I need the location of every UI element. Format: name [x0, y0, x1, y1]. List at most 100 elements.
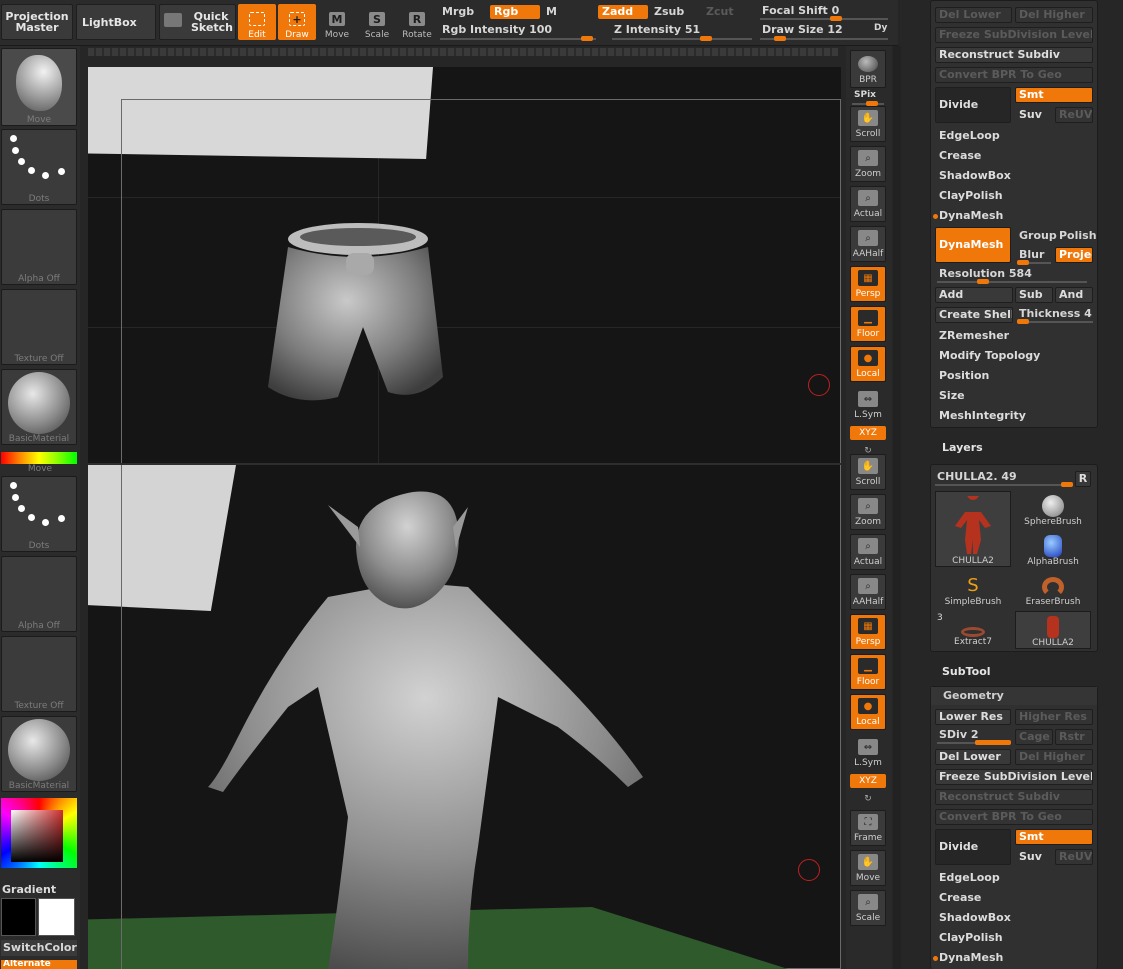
aahalf-view-button-group1[interactable]: ⌕ AAHalf [850, 226, 886, 262]
reconstruct-subdiv-button[interactable]: Reconstruct Subdiv [935, 47, 1093, 63]
frame-view-button-group2[interactable]: ⛶ Frame [850, 810, 886, 846]
canvas-viewport[interactable] [88, 67, 841, 969]
tool-thumb-chulla2[interactable]: CHULLA2 [935, 491, 1011, 567]
zcut-toggle[interactable]: Zcut [702, 5, 738, 19]
zadd-toggle[interactable]: Zadd [598, 5, 648, 19]
material-slot[interactable]: BasicMaterial [1, 369, 77, 445]
dynamesh-button[interactable]: DynaMesh [935, 227, 1011, 263]
bpr-button[interactable]: BPR [850, 50, 886, 88]
create-shell-button[interactable]: Create Shell [935, 307, 1013, 323]
add-button[interactable]: Add [935, 287, 1013, 303]
floor-view-button-group2[interactable]: ▁ Floor [850, 654, 886, 690]
subtool-del-higher-button[interactable]: Del Higher [1015, 749, 1093, 765]
actual-view-button-group1[interactable]: ⌕ Actual [850, 186, 886, 222]
edgeloop-row[interactable]: EdgeLoop [939, 127, 1099, 145]
modify-topology-row[interactable]: Modify Topology [939, 347, 1099, 365]
tool-slider[interactable] [935, 482, 1073, 487]
m-toggle[interactable]: M [542, 5, 561, 19]
convert-bpr-button[interactable]: Convert BPR To Geo [935, 67, 1093, 83]
tool-thumb-simplebrush[interactable]: S SimpleBrush [935, 569, 1011, 607]
freeze-subdivision-button[interactable]: Freeze SubDivision Levels [935, 27, 1093, 43]
floor-view-button-group1[interactable]: ▁ Floor [850, 306, 886, 342]
resolution-slider[interactable] [937, 279, 1087, 284]
projection-master-button[interactable]: Projection Master [1, 4, 73, 40]
switch-color-button[interactable]: SwitchColor [1, 940, 77, 956]
dynamic-label[interactable]: Dy [874, 23, 887, 33]
draw-tool[interactable]: + Draw [278, 4, 316, 40]
local-view-button-group1[interactable]: ● Local [850, 346, 886, 382]
mrgb-toggle[interactable]: Mrgb [438, 5, 478, 19]
geometry-header[interactable]: Geometry [931, 687, 1097, 705]
reuv-button[interactable]: ReUV [1055, 107, 1093, 123]
spix-slider[interactable] [852, 101, 884, 106]
project-toggle[interactable]: Projec [1055, 247, 1093, 263]
subtool-shadowbox-row[interactable]: ShadowBox [939, 909, 1099, 927]
crease-row[interactable]: Crease [939, 147, 1099, 165]
draw-size-slider[interactable] [760, 36, 888, 41]
quick-sketch-button[interactable]: Quick Sketch [159, 4, 236, 40]
color-picker[interactable] [1, 798, 77, 868]
color-picker-square[interactable] [11, 810, 63, 862]
scroll-view-button-group1[interactable]: ✋ Scroll [850, 106, 886, 142]
rotate-tool[interactable]: R Rotate [398, 4, 436, 40]
tool-thumb-spherebrush[interactable]: SphereBrush [1015, 489, 1091, 527]
aahalf-view-button-group2[interactable]: ⌕ AAHalf [850, 574, 886, 610]
xyz-toggle-group1[interactable]: XYZ [850, 426, 886, 440]
move-tool[interactable]: M Move [318, 4, 356, 40]
thickness-slider[interactable] [1017, 319, 1093, 324]
lsym-view-button-group2[interactable]: ⇔ L.Sym [850, 734, 886, 770]
z-intensity-slider[interactable] [612, 36, 752, 41]
cage-button[interactable]: Cage [1015, 729, 1053, 745]
tool-thumb-alphabrush[interactable]: AlphaBrush [1015, 529, 1091, 567]
color-strip[interactable] [1, 452, 77, 464]
subtool-crease-row[interactable]: Crease [939, 889, 1099, 907]
subtool-reconstruct-button[interactable]: Reconstruct Subdiv [935, 789, 1093, 805]
subtool-convert-bpr-button[interactable]: Convert BPR To Geo [935, 809, 1093, 825]
position-row[interactable]: Position [939, 367, 1099, 385]
tool-thumb-extract7[interactable]: Extract7 [935, 609, 1011, 647]
alpha-slot[interactable]: Alpha Off [1, 209, 77, 285]
actual-view-button-group2[interactable]: ⌕ Actual [850, 534, 886, 570]
move-view-button-group2[interactable]: ✋ Move [850, 850, 886, 886]
alpha-slot-2[interactable]: Alpha Off [1, 556, 77, 632]
rgb-intensity-slider[interactable] [440, 36, 596, 41]
focal-shift-slider[interactable] [760, 16, 888, 21]
group-toggle[interactable]: Group [1019, 229, 1057, 242]
alternate-button[interactable]: Alternate [1, 960, 77, 969]
and-button[interactable]: And [1055, 287, 1093, 303]
polish-toggle[interactable]: Polish [1059, 229, 1097, 242]
xyz-toggle-group2[interactable]: XYZ [850, 774, 886, 788]
subtool-freeze-button[interactable]: Freeze SubDivision Levels [935, 769, 1093, 785]
subtool-suv-toggle[interactable]: Suv [1015, 849, 1053, 865]
main-color-swatch[interactable] [1, 898, 36, 936]
smt-toggle[interactable]: Smt [1015, 87, 1093, 103]
local-view-button-group2[interactable]: ● Local [850, 694, 886, 730]
shadowbox-row[interactable]: ShadowBox [939, 167, 1099, 185]
persp-view-button-group2[interactable]: ▦ Persp [850, 614, 886, 650]
subtool-claypolish-row[interactable]: ClayPolish [939, 929, 1099, 947]
lsym-view-button-group1[interactable]: ⇔ L.Sym [850, 386, 886, 422]
scroll-view-button-group2[interactable]: ✋ Scroll [850, 454, 886, 490]
subtool-dynamesh-row[interactable]: DynaMesh [939, 949, 1099, 967]
subtool-del-lower-button[interactable]: Del Lower [935, 749, 1011, 765]
claypolish-row[interactable]: ClayPolish [939, 187, 1099, 205]
zsub-toggle[interactable]: Zsub [650, 5, 688, 19]
zremesher-row[interactable]: ZRemesher [939, 327, 1099, 345]
brush-slot[interactable]: Move [1, 48, 77, 126]
dynamesh-row[interactable]: DynaMesh [939, 207, 1099, 225]
lower-res-button[interactable]: Lower Res [935, 709, 1011, 725]
r-button[interactable]: R [1075, 471, 1091, 487]
rgb-toggle[interactable]: Rgb [490, 5, 540, 19]
suv-toggle[interactable]: Suv [1015, 107, 1053, 123]
layers-title[interactable]: Layers [942, 441, 983, 454]
lightbox-button[interactable]: LightBox [76, 4, 156, 40]
tool-thumb-eraserbrush[interactable]: EraserBrush [1015, 569, 1091, 607]
scale-tool[interactable]: S Scale [358, 4, 396, 40]
subtool-divide-button[interactable]: Divide [935, 829, 1011, 865]
higher-res-button[interactable]: Higher Res [1015, 709, 1093, 725]
stroke-slot-2[interactable]: Dots [1, 476, 77, 552]
blur-slider[interactable] [1017, 260, 1051, 265]
texture-slot-2[interactable]: Texture Off [1, 636, 77, 712]
secondary-color-swatch[interactable] [38, 898, 75, 936]
texture-slot[interactable]: Texture Off [1, 289, 77, 365]
